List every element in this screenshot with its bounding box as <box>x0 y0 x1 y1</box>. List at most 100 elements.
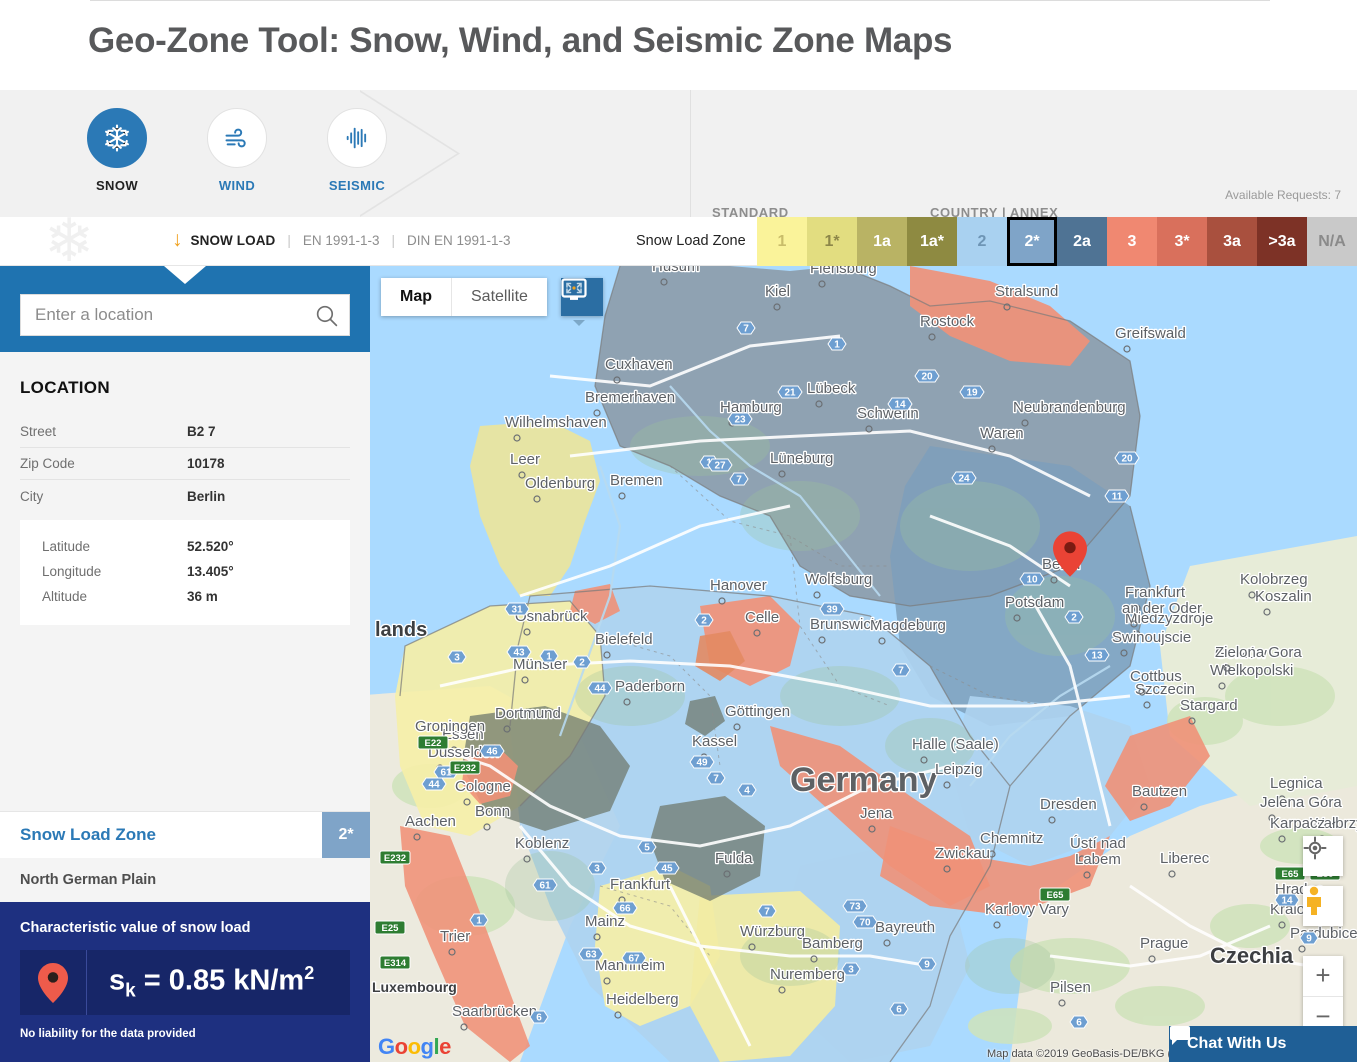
hazard-tab-snow[interactable]: SNOW <box>78 108 156 193</box>
svg-text:E25: E25 <box>382 923 400 934</box>
search-box[interactable] <box>20 294 350 336</box>
highway-shield: 9 <box>917 957 937 971</box>
left-panel: LOCATION Street B2 7 Zip Code 10178 City… <box>0 266 370 1062</box>
svg-text:Rostock: Rostock <box>920 313 975 330</box>
zone-swatch-3a[interactable]: 3a <box>1207 217 1257 266</box>
svg-text:5: 5 <box>644 843 650 854</box>
zone-swatch-3a[interactable]: >3a <box>1257 217 1307 266</box>
zone-swatch-3[interactable]: 3 <box>1107 217 1157 266</box>
zone-swatch-1[interactable]: 1* <box>807 217 857 266</box>
svg-text:Bremerhaven: Bremerhaven <box>585 389 675 406</box>
svg-text:Koszalin: Koszalin <box>1255 588 1312 605</box>
my-location-button[interactable] <box>1303 836 1343 876</box>
location-key-city: City <box>20 488 44 504</box>
svg-text:Würzburg: Würzburg <box>740 923 805 940</box>
svg-text:E314: E314 <box>384 958 407 969</box>
svg-text:Cologne: Cologne <box>455 778 511 795</box>
highway-shield: 2 <box>572 655 592 669</box>
svg-text:Kiel: Kiel <box>765 283 790 300</box>
svg-text:44: 44 <box>428 780 440 791</box>
euro-route-shield: E22 <box>417 735 449 750</box>
svg-text:3: 3 <box>454 653 460 664</box>
svg-text:Lüneburg: Lüneburg <box>770 450 833 467</box>
highway-shield: 7 <box>706 771 726 785</box>
svg-text:Wilhelmshaven: Wilhelmshaven <box>505 414 607 431</box>
value-caption: Characteristic value of snow load <box>20 920 251 936</box>
my-location-icon <box>1303 836 1327 860</box>
svg-text:73: 73 <box>849 902 861 913</box>
down-arrow-icon: ↓ <box>172 228 183 251</box>
location-value-zip: 10178 <box>187 456 225 471</box>
hazard-tabs: SNOW WIND SEISMIC <box>78 108 396 193</box>
zone-swatch-2a[interactable]: 2a <box>1057 217 1107 266</box>
svg-text:Dresden: Dresden <box>1040 796 1097 813</box>
svg-text:7: 7 <box>898 666 904 677</box>
chat-with-us-button[interactable]: Chat With Us <box>1169 1026 1357 1062</box>
svg-text:Halle (Saale): Halle (Saale) <box>912 736 999 753</box>
svg-text:Bamberg: Bamberg <box>802 935 863 952</box>
map-type-map[interactable]: Map <box>381 278 451 316</box>
formula-subscript: k <box>125 980 136 1002</box>
map-marker-berlin[interactable] <box>1053 531 1087 577</box>
svg-text:Neubrandenburg: Neubrandenburg <box>1013 399 1126 416</box>
search-icon[interactable] <box>303 303 349 328</box>
wind-icon <box>225 128 246 148</box>
highway-shield: 61 <box>532 878 558 892</box>
zone-swatch-1[interactable]: 1 <box>757 217 807 266</box>
highway-shield: 31 <box>504 602 530 616</box>
svg-text:44: 44 <box>594 684 606 695</box>
highway-shield: 63 <box>578 947 604 961</box>
map-type-dropdown-caret-icon[interactable] <box>573 320 585 326</box>
highway-shield: 70 <box>852 915 878 929</box>
zone-swatch-2[interactable]: 2 <box>957 217 1007 266</box>
svg-text:7: 7 <box>713 774 719 785</box>
chat-with-us-label: Chat With Us <box>1187 1035 1287 1052</box>
svg-text:6: 6 <box>896 1005 902 1016</box>
svg-text:Heidelberg: Heidelberg <box>606 991 679 1008</box>
svg-text:Luxembourg: Luxembourg <box>372 979 457 995</box>
svg-text:2: 2 <box>1071 613 1077 624</box>
svg-text:6: 6 <box>1076 1018 1082 1029</box>
svg-text:43: 43 <box>513 648 525 659</box>
highway-shield: 3 <box>587 861 607 875</box>
svg-text:Cottbus: Cottbus <box>1130 668 1182 685</box>
svg-text:6: 6 <box>536 1013 542 1024</box>
snow-load-value-panel: Characteristic value of snow load sk = 0… <box>0 902 370 1062</box>
geo-key-longitude: Longitude <box>42 564 102 579</box>
svg-text:Legnica: Legnica <box>1270 775 1323 792</box>
highway-shield: 46 <box>479 744 505 758</box>
hazard-tab-wind[interactable]: WIND <box>198 108 276 193</box>
svg-text:E232: E232 <box>454 763 476 774</box>
zone-swatch-1a[interactable]: 1a <box>857 217 907 266</box>
euro-route-shield: E232 <box>449 760 481 775</box>
snowflake-watermark-icon: ❄ <box>44 207 95 274</box>
svg-text:14: 14 <box>894 400 906 411</box>
svg-text:E65: E65 <box>1047 890 1065 901</box>
zone-swatch-na[interactable]: N/A <box>1307 217 1357 266</box>
fullscreen-icon <box>561 278 587 300</box>
map-type-satellite[interactable]: Satellite <box>451 278 547 316</box>
pegman-button[interactable] <box>1303 886 1343 926</box>
svg-text:Bielefeld: Bielefeld <box>595 631 653 648</box>
map-pin-icon-wrap <box>20 950 87 1015</box>
highway-shield: 20 <box>914 369 940 383</box>
fullscreen-button[interactable] <box>561 278 603 316</box>
svg-text:Hamburg: Hamburg <box>720 399 782 416</box>
zone-map[interactable]: Germany Czechia lands Luxembourg Kiel Hamburg… <box>370 266 1357 1062</box>
zone-swatch-1a[interactable]: 1a* <box>907 217 957 266</box>
highway-shield: 49 <box>689 755 715 769</box>
search-input[interactable] <box>21 295 303 335</box>
svg-text:Jena: Jena <box>860 805 893 822</box>
svg-text:Magdeburg: Magdeburg <box>870 617 946 634</box>
svg-text:Stralsund: Stralsund <box>995 283 1058 300</box>
svg-text:Bremen: Bremen <box>610 472 663 489</box>
zone-swatch-3[interactable]: 3* <box>1157 217 1207 266</box>
svg-text:61: 61 <box>539 881 551 892</box>
hazard-tab-seismic[interactable]: SEISMIC <box>318 108 396 193</box>
zone-swatch-2[interactable]: 2* <box>1007 217 1057 266</box>
highway-shield: 14 <box>887 397 913 411</box>
euro-route-shield: E25 <box>374 920 406 935</box>
zoom-in-button[interactable]: + <box>1303 956 1343 997</box>
svg-text:Wielkopolski: Wielkopolski <box>1210 662 1293 679</box>
formula-equals: = <box>135 964 169 997</box>
